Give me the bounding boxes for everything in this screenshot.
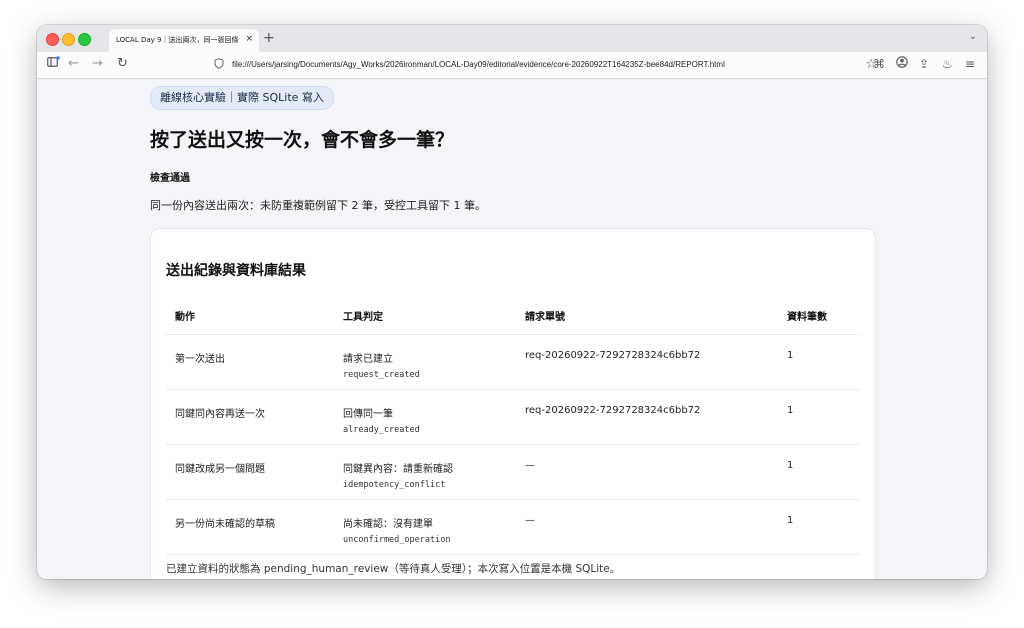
row-count: 1 xyxy=(787,460,794,471)
account-icon[interactable] xyxy=(896,56,908,72)
row-action: 另一份尚未確認的草稿 xyxy=(175,519,275,530)
active-tab[interactable]: LOCAL Day 9｜送出兩次，同一張回條 × xyxy=(109,29,259,52)
tab-title: LOCAL Day 9｜送出兩次，同一張回條 xyxy=(116,36,239,44)
row-count: 1 xyxy=(787,350,794,361)
row-verdict-code: request_created xyxy=(343,370,420,380)
row-request-id: req-20260922-7292728324c6bb72 xyxy=(525,405,701,416)
tab-close-icon[interactable]: × xyxy=(245,33,253,45)
forward-icon[interactable]: → xyxy=(92,56,103,72)
row-request-id: req-20260922-7292728324c6bb72 xyxy=(525,350,701,361)
table-row: 同鍵同內容再送一次 回傳同一筆 already_created req-2026… xyxy=(166,390,859,445)
menu-icon[interactable]: ≡ xyxy=(965,56,975,72)
row-verdict-code: unconfirmed_operation xyxy=(343,535,451,545)
header-action: 動作 xyxy=(175,312,195,323)
table-row: 同鍵改成另一個問題 同鍵異內容：請重新確認 idempotency_confli… xyxy=(166,445,859,500)
shield-icon xyxy=(214,58,224,72)
reload-icon[interactable]: ↻ xyxy=(117,56,128,72)
header-verdict: 工具判定 xyxy=(343,312,383,323)
maximize-window-button[interactable] xyxy=(78,33,91,46)
row-action: 同鍵改成另一個問題 xyxy=(175,464,265,475)
close-window-button[interactable] xyxy=(46,33,59,46)
row-count: 1 xyxy=(787,515,794,526)
header-request-id: 請求單號 xyxy=(525,312,565,323)
table-header: 動作 工具判定 請求單號 資料筆數 xyxy=(166,294,859,335)
row-request-id: — xyxy=(525,515,535,526)
results-card: 送出紀錄與資料庫結果 動作 工具判定 請求單號 資料筆數 第一次送出 請求已建立… xyxy=(150,228,876,579)
url-bar[interactable]: file:///Users/jarsing/Documents/Agy_Work… xyxy=(207,55,877,75)
new-tab-icon[interactable]: + xyxy=(263,30,275,46)
row-verdict: 請求已建立 xyxy=(343,354,393,365)
row-verdict-code: idempotency_conflict xyxy=(343,480,446,490)
url-text: file:///Users/jarsing/Documents/Agy_Work… xyxy=(232,60,725,69)
back-icon[interactable]: ← xyxy=(68,56,79,72)
row-action: 同鍵同內容再送一次 xyxy=(175,409,265,420)
share-icon[interactable]: ⇪ xyxy=(919,56,929,72)
table-row: 另一份尚未確認的草稿 尚未確認：沒有建單 unconfirmed_operati… xyxy=(166,500,859,555)
row-verdict: 回傳同一筆 xyxy=(343,409,393,420)
row-verdict: 尚未確認：沒有建單 xyxy=(343,519,433,530)
row-count: 1 xyxy=(787,405,794,416)
row-verdict: 同鍵異內容：請重新確認 xyxy=(343,464,453,475)
tab-list-icon[interactable]: ⌄ xyxy=(969,31,977,42)
navigation-bar: ← → ↻ file:///Users/jarsing/Documents/Ag… xyxy=(37,52,987,79)
result-summary: 同一份內容送出兩次：未防重複範例留下 2 筆，受控工具留下 1 筆。 xyxy=(150,199,486,212)
table-row: 第一次送出 請求已建立 request_created req-20260922… xyxy=(166,335,859,390)
minimize-window-button[interactable] xyxy=(62,33,75,46)
tab-strip: LOCAL Day 9｜送出兩次，同一張回條 × + ⌄ xyxy=(37,25,987,52)
browser-window: LOCAL Day 9｜送出兩次，同一張回條 × + ⌄ ← → ↻ file:… xyxy=(37,25,987,579)
row-action: 第一次送出 xyxy=(175,354,225,365)
page-content: 離線核心實驗｜實際 SQLite 寫入 按了送出又按一次，會不會多一筆？ 檢查通… xyxy=(37,79,987,579)
status-footnote: 已建立資料的狀態為 pending_human_review（等待真人受理）；本… xyxy=(166,563,621,575)
row-request-id: — xyxy=(525,460,535,471)
results-table: 動作 工具判定 請求單號 資料筆數 第一次送出 請求已建立 request_cr… xyxy=(166,294,859,555)
page-title: 按了送出又按一次，會不會多一筆？ xyxy=(150,129,455,151)
header-record-count: 資料筆數 xyxy=(787,312,827,323)
extensions-icon[interactable]: ⌘ xyxy=(873,56,885,72)
sidebar-toggle-icon[interactable] xyxy=(47,56,60,73)
experiment-badge: 離線核心實驗｜實際 SQLite 寫入 xyxy=(150,86,334,110)
check-status: 檢查通過 xyxy=(150,173,190,184)
row-verdict-code: already_created xyxy=(343,425,420,435)
firefox-view-icon[interactable]: ♨ xyxy=(942,56,953,72)
card-title: 送出紀錄與資料庫結果 xyxy=(166,263,306,279)
